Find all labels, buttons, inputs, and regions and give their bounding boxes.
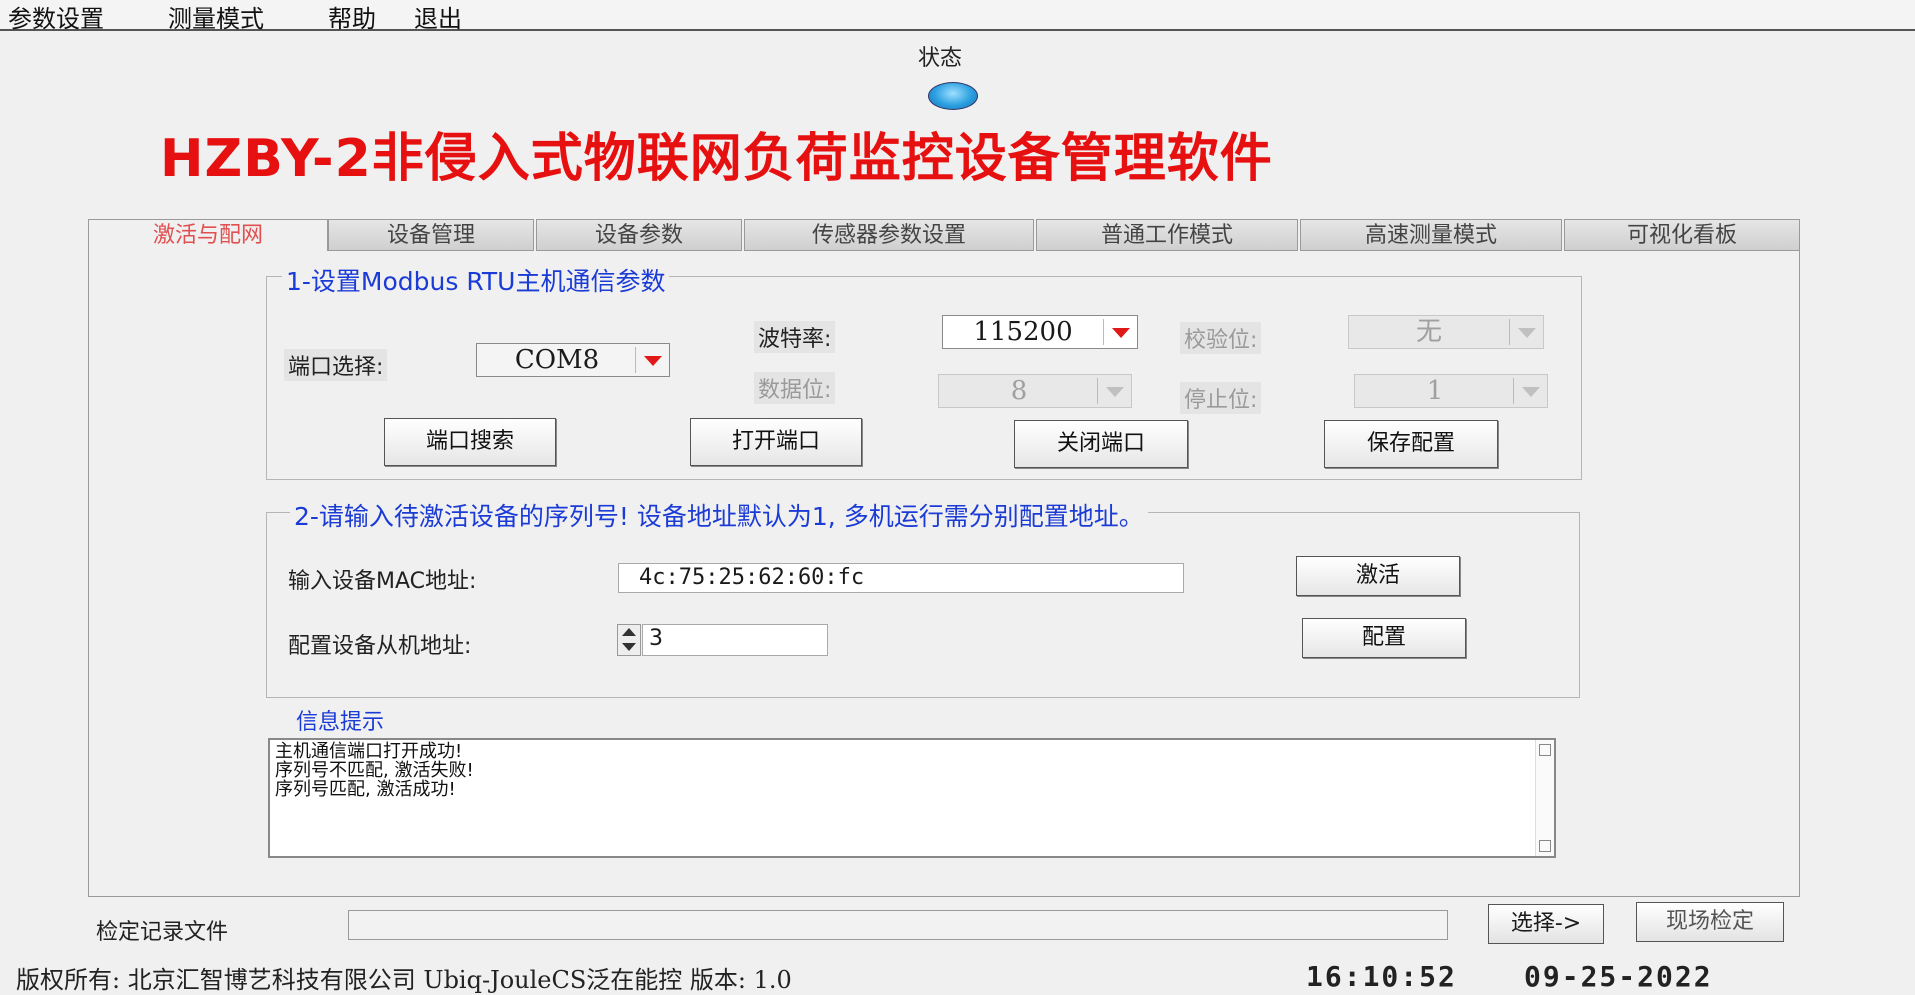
activation-group <box>266 512 1580 698</box>
app-title: HZBY-2非侵入式物联网负荷监控设备管理软件 <box>160 129 1273 189</box>
baud-label: 波特率: <box>754 321 836 353</box>
stepper-down-icon[interactable] <box>622 643 636 651</box>
databits-label: 数据位: <box>754 372 836 404</box>
port-label: 端口选择: <box>284 349 388 381</box>
scroll-down-icon[interactable] <box>1539 840 1551 852</box>
scroll-up-icon[interactable] <box>1539 744 1551 756</box>
slave-address-stepper[interactable] <box>617 624 641 656</box>
copyright-text: 版权所有: 北京汇智博艺科技有限公司 Ubiq-JouleCS泛在能控 版本: … <box>16 966 792 994</box>
menu-bar: 参数设置 测量模式 帮助 退出 <box>0 0 1915 34</box>
parity-value: 无 <box>1415 317 1442 347</box>
close-port-button[interactable]: 关闭端口 <box>1014 420 1188 468</box>
tab-activate-network[interactable]: 激活与配网 <box>88 219 328 253</box>
databits-value: 8 <box>1010 376 1028 406</box>
clock-time: 16:10:52 <box>1306 960 1457 993</box>
chevron-down-icon[interactable] <box>1103 319 1135 345</box>
status-label: 状态 <box>918 46 963 71</box>
chevron-down-icon <box>1097 378 1129 404</box>
field-check-button[interactable]: 现场检定 <box>1636 902 1784 942</box>
activate-button[interactable]: 激活 <box>1296 556 1460 596</box>
tab-high-speed-mode[interactable]: 高速测量模式 <box>1300 219 1562 251</box>
baud-select[interactable]: 115200 <box>942 315 1138 349</box>
mac-input[interactable]: 4c:75:25:62:60:fc <box>618 563 1184 593</box>
stepper-up-icon[interactable] <box>622 628 636 636</box>
chevron-down-icon[interactable] <box>635 347 667 373</box>
activation-title: 2-请输入待激活设备的序列号! 设备地址默认为1, 多机运行需分别配置地址。 <box>290 497 1148 533</box>
tab-normal-mode[interactable]: 普通工作模式 <box>1036 219 1298 251</box>
menu-exit[interactable]: 退出 <box>414 0 462 34</box>
message-line: 序列号不匹配, 激活失败! <box>275 760 474 781</box>
message-scrollbar[interactable] <box>1535 740 1554 856</box>
slave-address-input[interactable]: 3 <box>642 624 828 656</box>
tab-device-management[interactable]: 设备管理 <box>328 219 534 251</box>
select-file-button[interactable]: 选择-> <box>1488 904 1604 944</box>
port-select[interactable]: COM8 <box>476 343 670 377</box>
config-address-button[interactable]: 配置 <box>1302 618 1466 658</box>
status-lamp-icon <box>928 82 978 110</box>
save-config-button[interactable]: 保存配置 <box>1324 420 1498 468</box>
baud-value: 115200 <box>973 317 1073 347</box>
comm-settings-title: 1-设置Modbus RTU主机通信参数 <box>282 262 670 298</box>
message-line: 主机通信端口打开成功! <box>275 741 463 762</box>
record-file-path[interactable] <box>348 910 1448 940</box>
menu-help[interactable]: 帮助 <box>328 0 376 34</box>
chevron-down-icon <box>1513 378 1545 404</box>
chevron-down-icon <box>1509 319 1541 345</box>
tab-device-params[interactable]: 设备参数 <box>536 219 742 251</box>
clock-date: 09-25-2022 <box>1524 960 1713 993</box>
stopbits-label: 停止位: <box>1180 382 1262 414</box>
mac-label: 输入设备MAC地址: <box>288 569 477 594</box>
menu-measure-mode[interactable]: 测量模式 <box>168 0 264 34</box>
message-line: 序列号匹配, 激活成功! <box>275 779 456 800</box>
info-title: 信息提示 <box>296 710 385 735</box>
parity-label: 校验位: <box>1180 322 1262 354</box>
tab-sensor-params[interactable]: 传感器参数设置 <box>744 219 1034 251</box>
slave-address-label: 配置设备从机地址: <box>288 634 472 659</box>
menu-param-settings[interactable]: 参数设置 <box>8 0 104 34</box>
databits-select: 8 <box>938 374 1132 408</box>
message-log[interactable]: 主机通信端口打开成功! 序列号不匹配, 激活失败! 序列号匹配, 激活成功! <box>268 738 1556 858</box>
record-file-label: 检定记录文件 <box>96 920 229 945</box>
port-value: COM8 <box>514 345 600 375</box>
port-search-button[interactable]: 端口搜索 <box>384 418 556 466</box>
open-port-button[interactable]: 打开端口 <box>690 418 862 466</box>
stopbits-value: 1 <box>1426 376 1444 406</box>
stopbits-select: 1 <box>1354 374 1548 408</box>
tab-visual-board[interactable]: 可视化看板 <box>1564 219 1800 251</box>
parity-select: 无 <box>1348 315 1544 349</box>
